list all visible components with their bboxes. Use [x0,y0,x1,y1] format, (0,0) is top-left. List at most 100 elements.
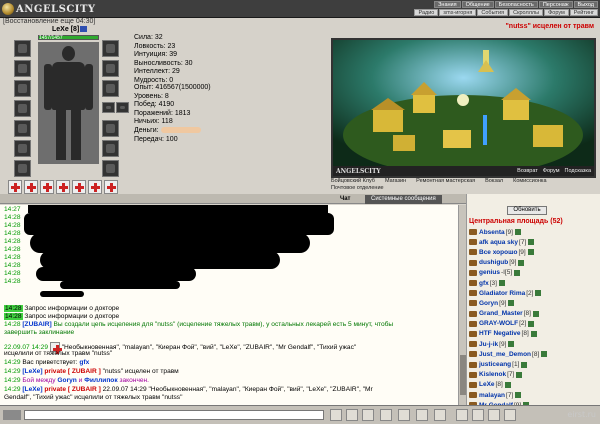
user-name[interactable]: Goryn [479,300,498,307]
user-name[interactable]: malayan [479,392,505,399]
sender[interactable]: [ZUBAIR] [22,321,51,328]
user-info-icon[interactable] [508,300,515,307]
user-name[interactable]: dushigub [479,259,508,266]
user-row[interactable]: Ju-j-ik [9] [467,339,600,349]
ring3-slot[interactable] [116,102,129,113]
character-nick[interactable]: LeXe [8] [52,26,88,33]
user-name[interactable]: HTF Negative [479,330,521,337]
potion-slot-4[interactable] [56,180,70,194]
user-name[interactable]: afk aqua sky [479,239,518,246]
user-row[interactable]: malayan [7] [467,390,600,400]
user-row[interactable]: GRAY-WOLF [2] [467,319,600,329]
menu-bottom-item[interactable]: Форум [544,9,569,16]
legs-slot[interactable] [102,120,119,137]
smiles-button[interactable] [362,409,374,421]
filter-button[interactable] [380,409,392,421]
potion-slot-2[interactable] [24,180,38,194]
armor-slot[interactable] [14,120,31,137]
amulet-slot[interactable] [14,60,31,77]
user-name[interactable]: Just_me_Demon [479,351,531,358]
user-info-icon[interactable] [514,229,521,236]
close-button[interactable] [434,409,446,421]
user-name[interactable]: Absenta [479,229,505,236]
location-scene[interactable]: ANGELSCITY Возврат Форум Подсказка [331,38,596,178]
boots2-slot[interactable] [102,160,119,177]
user-name[interactable]: Gladiator Rima [479,290,525,297]
user-info-icon[interactable] [541,351,548,358]
earring-slot[interactable] [102,40,119,57]
potion-slot-3[interactable] [40,180,54,194]
user-name[interactable]: LeXe [479,381,495,388]
sender[interactable]: [LeXe] [22,386,42,393]
user-row[interactable]: Gladiator Rima [2] [467,288,600,298]
settings-button[interactable] [398,409,410,421]
scene-link[interactable]: Подсказка [565,168,591,174]
user-row[interactable]: Grand_Master [8] [467,309,600,319]
user-info-icon[interactable] [514,269,521,276]
ring-slot[interactable] [14,100,31,117]
user-name[interactable]: GRAY-WOLF [479,320,518,327]
user-info-icon[interactable] [535,290,542,297]
menu-bottom-item[interactable]: sms-игорня [439,9,477,16]
menu-bottom-item[interactable]: Радио [414,9,439,16]
menu-top-item[interactable]: Выход [573,1,598,8]
chat-input[interactable] [24,410,324,420]
user-row[interactable]: justiceang [1] [467,359,600,369]
menu-bottom-item[interactable]: События [477,9,509,16]
user-action-1[interactable] [456,409,468,421]
chat-log[interactable]: 14:27 14:28 14:28 14:28 14:28 14:28 14:28 14:28… [0,205,458,405]
helmet-slot[interactable] [14,40,31,57]
user-row[interactable]: LeXe [8] [467,380,600,390]
user-row[interactable]: genius -I[5] [467,268,600,278]
user-name[interactable]: gfx [479,280,489,287]
place-link[interactable]: Ремонтная мастерская [416,178,475,185]
user-row[interactable]: Absenta [9] [467,227,600,237]
clear-button[interactable] [346,409,358,421]
potion-slot-5[interactable] [72,180,86,194]
user-row[interactable]: Just_me_Demon [8] [467,349,600,359]
user-info-icon[interactable] [498,280,505,287]
help-button[interactable] [416,409,428,421]
user-info-icon[interactable] [521,361,528,368]
user-info-icon[interactable] [508,341,515,348]
belt-slot[interactable] [14,160,31,177]
place-link[interactable]: Почтовое отделение [331,185,384,192]
place-link[interactable]: Магазин [385,178,406,185]
chat-mode-toggle[interactable] [3,410,21,420]
bracer-slot[interactable] [102,60,119,77]
user-info-icon[interactable] [516,371,523,378]
place-link[interactable]: Бойцовский Клуб [331,178,375,185]
refresh-button[interactable]: Обновить [507,206,547,215]
user-info-icon[interactable] [515,392,522,399]
info-icon[interactable] [80,26,88,33]
menu-top-item[interactable]: Общение [461,1,494,8]
ring2-slot[interactable] [102,102,115,113]
user-info-icon[interactable] [518,259,525,266]
sender[interactable]: [LeXe] [22,368,42,375]
send-button[interactable] [330,409,342,421]
user-info-icon[interactable] [530,330,537,337]
user-row[interactable]: Goryn [9] [467,298,600,308]
user-row[interactable]: Kislenok [7] [467,370,600,380]
user-action-2[interactable] [472,409,484,421]
private-label[interactable]: private [ ZUBAIR ] [44,368,100,375]
menu-bottom-item[interactable]: Рейтинг [569,9,598,16]
fighter-2[interactable]: Филлипок [84,377,117,384]
menu-top-item[interactable]: Безопасность [494,1,538,8]
place-link[interactable]: Комиссионка [513,178,546,185]
user-info-icon[interactable] [527,249,534,256]
user-name[interactable]: justiceang [479,361,511,368]
place-link[interactable]: Вокзал [485,178,503,185]
user-name[interactable]: Grand_Master [479,310,523,317]
menu-top-item[interactable]: Знания [434,1,461,8]
user-row[interactable]: afk aqua sky [7] [467,237,600,247]
user-info-icon[interactable] [528,239,535,246]
user-row[interactable]: HTF Negative [8] [467,329,600,339]
user-row[interactable]: dushigub [9] [467,258,600,268]
fighter-1[interactable]: Goryn [57,377,76,384]
city-map-image[interactable] [333,40,594,175]
potion-slot-1[interactable] [8,180,22,194]
menu-bottom-item[interactable]: Скролллы [509,9,544,16]
gloves-slot[interactable] [14,140,31,157]
user-action-3[interactable] [488,409,500,421]
